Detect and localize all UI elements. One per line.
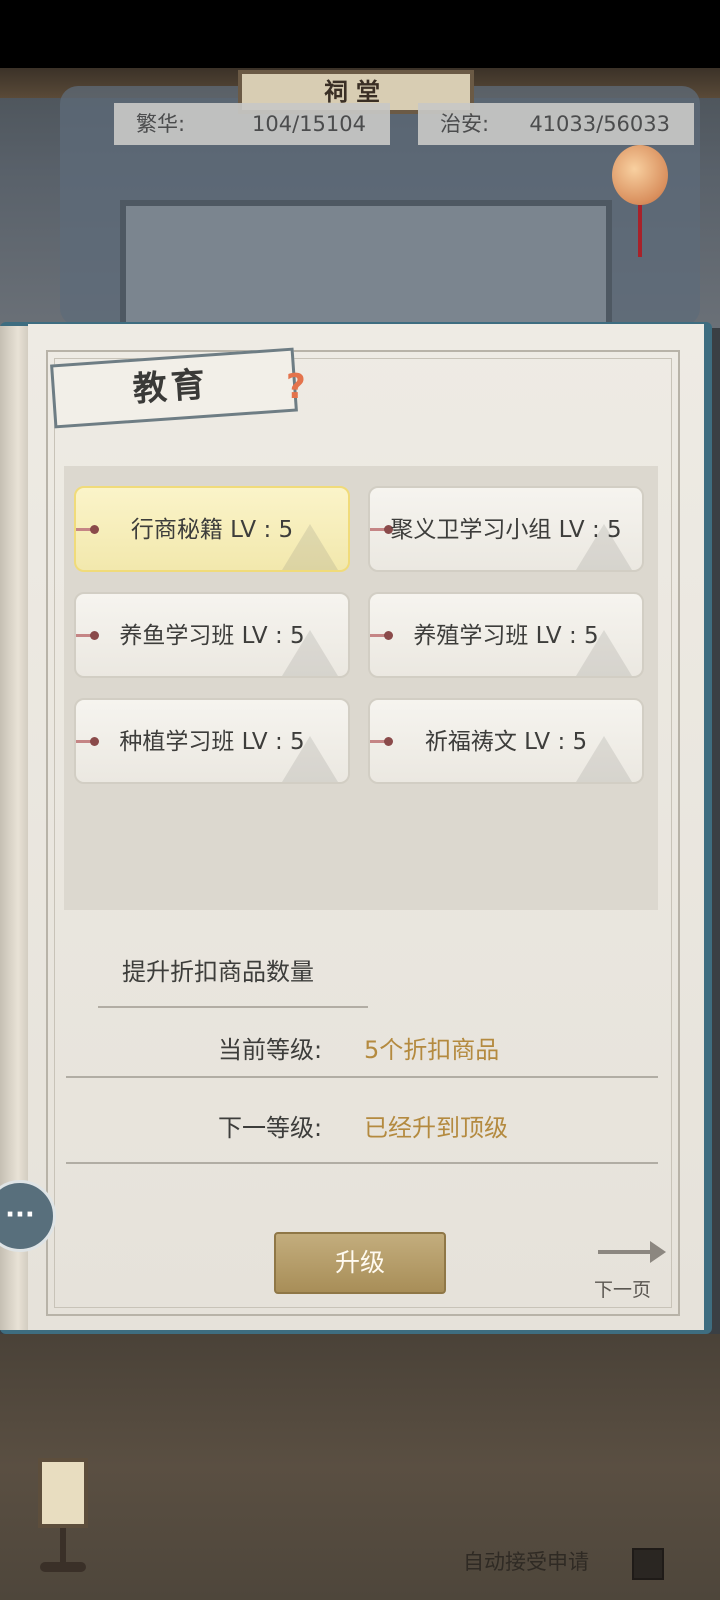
pin-icon xyxy=(76,737,99,746)
skill-card-label: 聚义卫学习小组 LV : 5 xyxy=(390,517,622,543)
skill-card-label: 祈福祷文 LV : 5 xyxy=(424,729,588,755)
divider xyxy=(98,1006,368,1008)
next-page-arrow-icon[interactable] xyxy=(598,1241,666,1263)
current-level-value: 5个折扣商品 xyxy=(364,1036,500,1064)
lantern-tassel xyxy=(638,205,642,257)
security-value: 41033/56033 xyxy=(529,112,670,136)
skill-card[interactable]: 聚义卫学习小组 LV : 5 xyxy=(368,486,644,572)
status-bar xyxy=(0,0,720,68)
lamp-stand xyxy=(60,1528,66,1564)
skill-card-label: 养殖学习班 LV : 5 xyxy=(413,623,599,649)
skill-description: 提升折扣商品数量 xyxy=(122,958,314,986)
skill-card-label: 种植学习班 LV : 5 xyxy=(119,729,305,755)
prosperity-stat: 繁华: 104/15104 xyxy=(114,103,390,145)
auto-accept-label: 自动接受申请 xyxy=(463,1550,589,1574)
pin-icon xyxy=(370,737,393,746)
skill-card[interactable]: 行商秘籍 LV : 5 xyxy=(74,486,350,572)
next-page-button[interactable]: 下一页 xyxy=(594,1275,651,1302)
skill-card[interactable]: 种植学习班 LV : 5 xyxy=(74,698,350,784)
skill-card[interactable]: 养鱼学习班 LV : 5 xyxy=(74,592,350,678)
prosperity-label: 繁华: xyxy=(136,112,186,136)
lamp-base xyxy=(40,1562,86,1572)
next-level-label: 下一等级: xyxy=(218,1114,323,1142)
pin-icon xyxy=(370,631,393,640)
shrine-panel xyxy=(120,200,612,342)
pin-icon xyxy=(76,631,99,640)
skill-card[interactable]: 祈福祷文 LV : 5 xyxy=(368,698,644,784)
pin-icon xyxy=(76,525,99,534)
skill-card-label: 养鱼学习班 LV : 5 xyxy=(119,623,305,649)
floor-background xyxy=(0,1334,720,1600)
security-stat: 治安: 41033/56033 xyxy=(418,103,694,145)
auto-accept-checkbox[interactable] xyxy=(632,1548,664,1580)
prosperity-value: 104/15104 xyxy=(252,112,366,136)
skill-card-label: 行商秘籍 LV : 5 xyxy=(130,517,294,543)
upgrade-button[interactable]: 升级 xyxy=(274,1232,446,1294)
help-icon[interactable]: ? xyxy=(286,368,310,406)
lantern-icon xyxy=(612,145,668,205)
next-level-value: 已经升到顶级 xyxy=(364,1114,508,1142)
divider xyxy=(66,1076,658,1078)
divider xyxy=(66,1162,658,1164)
security-label: 治安: xyxy=(440,112,490,136)
lamp-icon xyxy=(38,1458,88,1528)
pin-icon xyxy=(370,525,393,534)
skill-card[interactable]: 养殖学习班 LV : 5 xyxy=(368,592,644,678)
current-level-label: 当前等级: xyxy=(218,1036,323,1064)
